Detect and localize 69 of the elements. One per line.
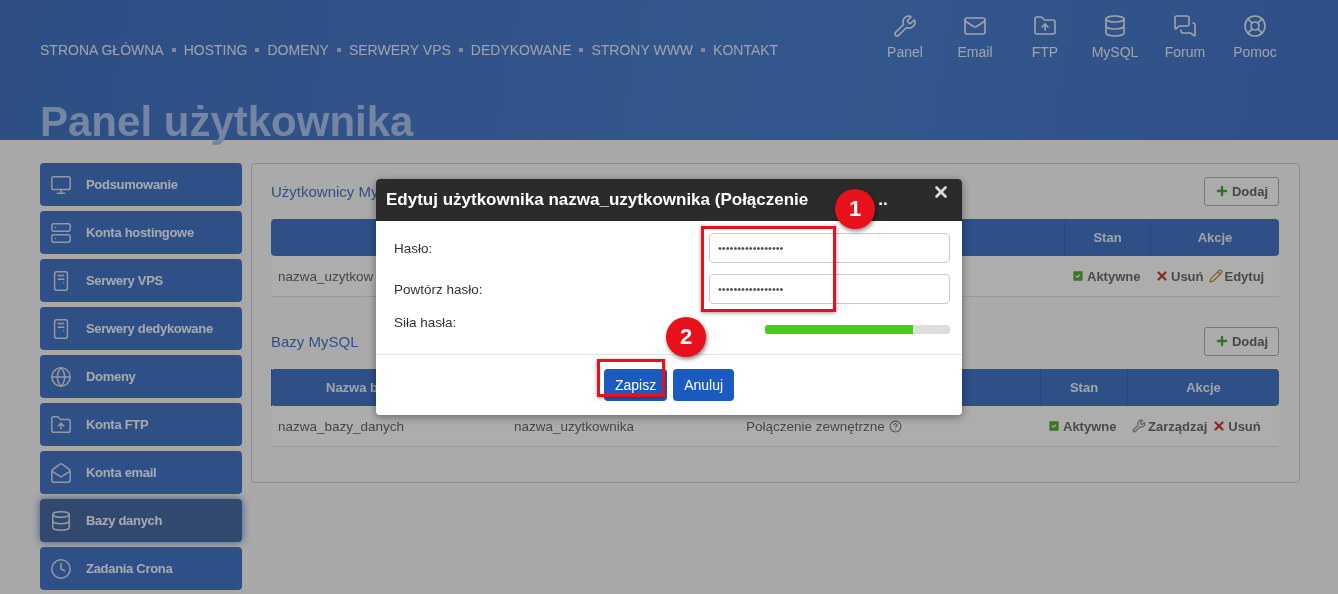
nav-link[interactable]: DEDYKOWANE [470, 42, 572, 58]
envelope-icon [963, 14, 987, 38]
sidebar-item[interactable]: Podsumowanie [40, 163, 242, 206]
table-cell: nazwa_bazy_danych [278, 418, 405, 434]
shortcut-link[interactable]: Panel [870, 14, 940, 60]
help-icon[interactable] [888, 419, 902, 433]
plus-icon [1214, 334, 1229, 348]
cross-icon [1155, 269, 1169, 283]
folder-icon [50, 413, 72, 436]
clock-icon [50, 557, 72, 580]
shortcut-link[interactable]: Forum [1150, 14, 1220, 60]
add-button[interactable]: Dodaj [1204, 326, 1279, 356]
table-cell: Połączenie zewnętrzne [746, 418, 885, 434]
chat-icon [1173, 14, 1197, 38]
table-cell: nazwa_uzytkow [278, 268, 374, 284]
save-button[interactable]: Zapisz [603, 369, 668, 401]
dialog-title: Edytuj użytkownika nazwa_uzytkownika (Połączenie [386, 190, 809, 210]
shortcut-link[interactable]: FTP [1010, 14, 1080, 60]
wrench-icon [1132, 419, 1146, 433]
server-icon [50, 221, 72, 244]
field-label: Hasło: [394, 240, 433, 256]
add-button[interactable]: Dodaj [1204, 176, 1279, 206]
field-label: Siła hasła: [394, 315, 457, 330]
pencil-icon [1208, 269, 1223, 283]
sidebar-item[interactable]: Zadania Crona [40, 547, 242, 590]
shortcut-link[interactable]: Email [940, 14, 1010, 60]
shortcut-link[interactable]: MySQL [1080, 14, 1150, 60]
field-label: Powtórz hasło: [394, 281, 483, 297]
nav-link[interactable]: STRONY WWW [591, 42, 694, 58]
dialog-title-ellipsis: .. [878, 190, 888, 210]
cross-icon [1212, 419, 1227, 433]
nav-link[interactable]: STRONA GŁÓWNA [40, 42, 164, 58]
sidebar-item[interactable]: Konta hostingowe [40, 211, 242, 254]
globe-icon [50, 365, 72, 388]
page-title: Panel użytkownika [40, 98, 414, 146]
checkbox-icon [1047, 419, 1061, 433]
close-button[interactable] [932, 183, 950, 201]
manage-link[interactable]: Zarządzaj [1132, 418, 1208, 434]
database-icon [1103, 14, 1127, 38]
delete-link[interactable]: Usuń [1212, 418, 1261, 434]
sidebar-item[interactable]: Konta FTP [40, 403, 242, 446]
shortcut-link[interactable]: Pomoc [1220, 14, 1290, 60]
section-title: Bazy MySQL [271, 332, 359, 350]
status-label: Aktywne [1063, 418, 1117, 434]
folder-icon [1033, 14, 1057, 38]
status-label: Aktywne [1087, 268, 1141, 284]
sidebar-item[interactable]: Konta email [40, 451, 242, 494]
sidebar-item[interactable]: Serwery dedykowane [40, 307, 242, 350]
cancel-button[interactable]: Anuluj [673, 369, 735, 401]
password-field[interactable]: ••••••••••••••••• [709, 233, 950, 263]
nav-link[interactable]: DOMENY [267, 42, 329, 58]
password-field[interactable]: ••••••••••••••••• [709, 274, 950, 304]
edit-link[interactable]: Edytuj [1208, 268, 1265, 284]
checkbox-icon [1071, 269, 1085, 283]
sidebar-item[interactable]: Domeny [40, 355, 242, 398]
nav-link[interactable]: HOSTING [183, 42, 248, 58]
table-cell: nazwa_uzytkownika [514, 418, 635, 434]
delete-link[interactable]: Usuń [1155, 268, 1204, 284]
sidebar-item[interactable]: Serwery VPS [40, 259, 242, 302]
lifebuoy-icon [1243, 14, 1267, 38]
plus-icon [1214, 184, 1229, 198]
tools-icon [893, 14, 917, 38]
envelope-icon [50, 461, 72, 484]
sidebar-item[interactable]: Bazy danych [40, 499, 242, 542]
monitor-icon [50, 173, 72, 196]
highlight-frame [597, 359, 665, 397]
database-icon [50, 509, 72, 532]
nav-link[interactable]: SERWERY VPS [348, 42, 451, 58]
nav-link[interactable]: KONTAKT [713, 42, 779, 58]
